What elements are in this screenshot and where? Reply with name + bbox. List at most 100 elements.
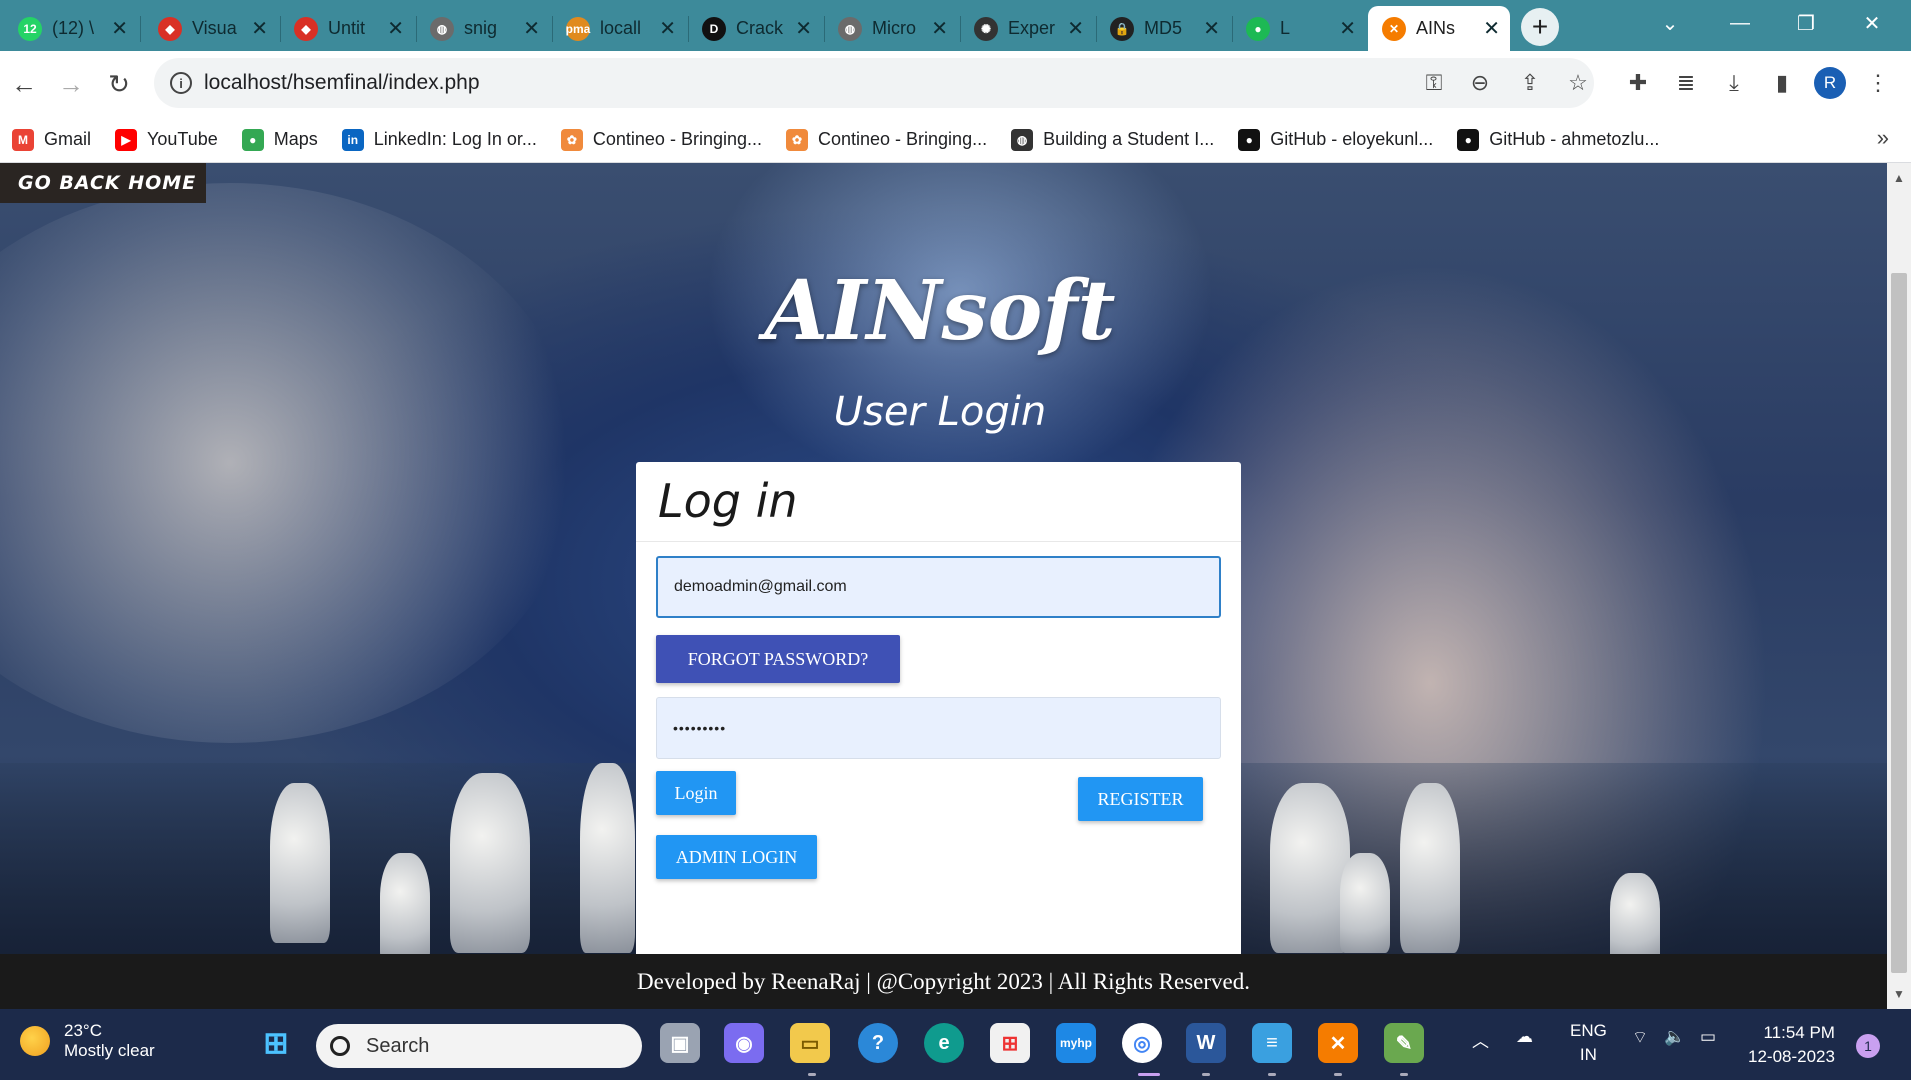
tab-5[interactable]: D Crack ✕ (688, 6, 822, 51)
chess-pawn-image (380, 853, 430, 963)
register-button[interactable]: REGISTER (1078, 777, 1203, 821)
notepad-icon[interactable]: ≡ (1252, 1023, 1292, 1063)
tab-8[interactable]: 🔒 MD5 ✕ (1096, 6, 1230, 51)
forward-arrow-icon[interactable]: → (52, 65, 90, 103)
address-bar[interactable]: i localhost/hsemfinal/index.php (154, 58, 1594, 108)
tab-title: AINs (1416, 18, 1456, 38)
tab-1[interactable]: ◆ Visua ✕ (144, 6, 278, 51)
tab-close-icon[interactable]: ✕ (659, 16, 676, 41)
tab-close-icon[interactable]: ✕ (1067, 16, 1084, 41)
side-panel-icon[interactable]: ▮ (1766, 67, 1798, 99)
onedrive-cloud-icon[interactable]: ☁ (1516, 1027, 1533, 1047)
globe-icon: ◍ (430, 16, 454, 41)
scroll-down-arrow-icon[interactable]: ▼ (1893, 987, 1905, 1001)
tab-close-icon[interactable]: ✕ (1483, 16, 1500, 41)
bookmark-star-icon[interactable]: ☆ (1562, 67, 1594, 99)
xampp-icon[interactable]: ✕ (1318, 1023, 1358, 1063)
scrollbar-thumb[interactable] (1891, 273, 1907, 973)
weather-temperature: 23°C (64, 1021, 102, 1040)
close-window-button[interactable]: ✕ (1842, 0, 1902, 46)
tab-close-icon[interactable]: ✕ (111, 16, 128, 41)
bookmark-item[interactable]: ● GitHub - ahmetozlu... (1457, 128, 1659, 151)
language-indicator[interactable]: ENG IN (1570, 1019, 1607, 1067)
taskbar-search[interactable]: Search (316, 1024, 642, 1068)
login-button[interactable]: Login (656, 771, 736, 815)
windows-start-icon[interactable]: ⊞ (256, 1023, 296, 1063)
tab-2[interactable]: ◆ Untit ✕ (280, 6, 414, 51)
tab-6[interactable]: ◍ Micro ✕ (824, 6, 958, 51)
weather-condition: Mostly clear (64, 1041, 155, 1060)
tab-3[interactable]: ◍ snig ✕ (416, 6, 550, 51)
page-viewport: GO BACK HOME AINsoft User Login Log in d… (0, 163, 1887, 1009)
profile-avatar[interactable]: R (1814, 67, 1846, 99)
download-icon[interactable]: ⤓ (1718, 67, 1750, 99)
tab-4[interactable]: pma locall ✕ (552, 6, 686, 51)
more-menu-icon[interactable]: ⋮ (1862, 67, 1894, 99)
bookmark-item[interactable]: in LinkedIn: Log In or... (341, 128, 537, 151)
tab-close-icon[interactable]: ✕ (1339, 16, 1356, 41)
bookmark-item[interactable]: ● Maps (241, 128, 318, 151)
microsoft-store-icon[interactable]: ⊞ (990, 1023, 1030, 1063)
weather-widget[interactable]: 23°C Mostly clear (20, 1021, 155, 1061)
bookmark-item[interactable]: M Gmail (12, 128, 91, 151)
bookmark-item[interactable]: ◍ Building a Student I... (1011, 128, 1215, 151)
tab-search-chevron-icon[interactable]: ⌄ (1640, 0, 1700, 46)
tab-0[interactable]: 12 (12) \ ✕ (4, 6, 138, 51)
tab-close-icon[interactable]: ✕ (387, 16, 404, 41)
email-field[interactable]: demoadmin@gmail.com (656, 556, 1221, 618)
back-arrow-icon[interactable]: ← (5, 65, 43, 103)
volume-icon[interactable]: 🔈 (1664, 1027, 1685, 1047)
tab-9[interactable]: ● L ✕ (1232, 6, 1366, 51)
forgot-password-button[interactable]: FORGOT PASSWORD? (656, 635, 900, 683)
file-explorer-icon[interactable]: ▭ (790, 1023, 830, 1063)
clock-time: 11:54 PM (1763, 1023, 1835, 1042)
bookmark-item[interactable]: ▶ YouTube (115, 128, 218, 151)
go-back-home-link[interactable]: GO BACK HOME (0, 163, 206, 203)
wifi-icon[interactable]: ⌔ (1632, 1027, 1648, 1048)
new-tab-button[interactable]: + (1521, 8, 1559, 46)
tab-title: Exper (1008, 18, 1056, 38)
edge-browser-icon[interactable]: e (924, 1023, 964, 1063)
tab-title: MD5 (1144, 18, 1183, 38)
media-controls-icon[interactable]: ≣ (1670, 67, 1702, 99)
bookmarks-overflow-chevron-icon[interactable]: » (1877, 125, 1889, 151)
bookmark-item[interactable]: ● GitHub - eloyekunl... (1238, 128, 1433, 151)
notepad-plus-plus-icon[interactable]: ✎ (1384, 1023, 1424, 1063)
zoom-out-icon[interactable]: ⊖ (1464, 67, 1496, 99)
tab-close-icon[interactable]: ✕ (931, 16, 948, 41)
tab-close-icon[interactable]: ✕ (523, 16, 540, 41)
bookmark-label: Building a Student I... (1043, 129, 1215, 149)
admin-login-button[interactable]: ADMIN LOGIN (656, 835, 817, 879)
battery-icon[interactable]: ▭ (1700, 1027, 1716, 1047)
tab-close-icon[interactable]: ✕ (1203, 16, 1220, 41)
restore-button[interactable]: ❐ (1776, 0, 1836, 46)
share-icon[interactable]: ⇪ (1514, 67, 1546, 99)
tab-7[interactable]: ✺ Exper ✕ (960, 6, 1094, 51)
scroll-up-arrow-icon[interactable]: ▲ (1893, 171, 1905, 185)
key-icon[interactable]: ⚿ (1418, 67, 1450, 99)
myhp-icon[interactable]: myhp (1056, 1023, 1096, 1063)
extensions-puzzle-icon[interactable]: ✚ (1622, 67, 1654, 99)
task-view-icon[interactable]: ▣ (660, 1023, 700, 1063)
tab-close-icon[interactable]: ✕ (251, 16, 268, 41)
phpmyadmin-icon: pma (566, 16, 590, 41)
tab-10[interactable]: ✕ AINs ✕ (1368, 6, 1510, 51)
minimize-button[interactable]: — (1710, 0, 1770, 46)
notification-badge[interactable]: 1 (1856, 1034, 1880, 1058)
url-text[interactable]: localhost/hsemfinal/index.php (204, 71, 480, 95)
page-scrollbar[interactable]: ▲ ▼ (1887, 163, 1911, 1009)
chrome-icon[interactable]: ◎ (1122, 1023, 1162, 1063)
password-field[interactable]: ••••••••• (656, 697, 1221, 759)
tab-close-icon[interactable]: ✕ (795, 16, 812, 41)
site-info-icon[interactable]: i (170, 72, 192, 94)
teams-chat-icon[interactable]: ◉ (724, 1023, 764, 1063)
system-clock[interactable]: 11:54 PM 12-08-2023 (1748, 1021, 1835, 1069)
background-blur-left (0, 183, 580, 743)
get-help-icon[interactable]: ? (858, 1023, 898, 1063)
bookmark-item[interactable]: ✿ Contineo - Bringing... (785, 128, 987, 151)
reload-icon[interactable]: ↻ (100, 65, 138, 103)
show-hidden-icons-chevron-icon[interactable]: ︿ (1472, 1027, 1489, 1052)
bookmark-item[interactable]: ✿ Contineo - Bringing... (560, 128, 762, 151)
word-icon[interactable]: W (1186, 1023, 1226, 1063)
youtube-icon: ▶ (115, 128, 138, 151)
